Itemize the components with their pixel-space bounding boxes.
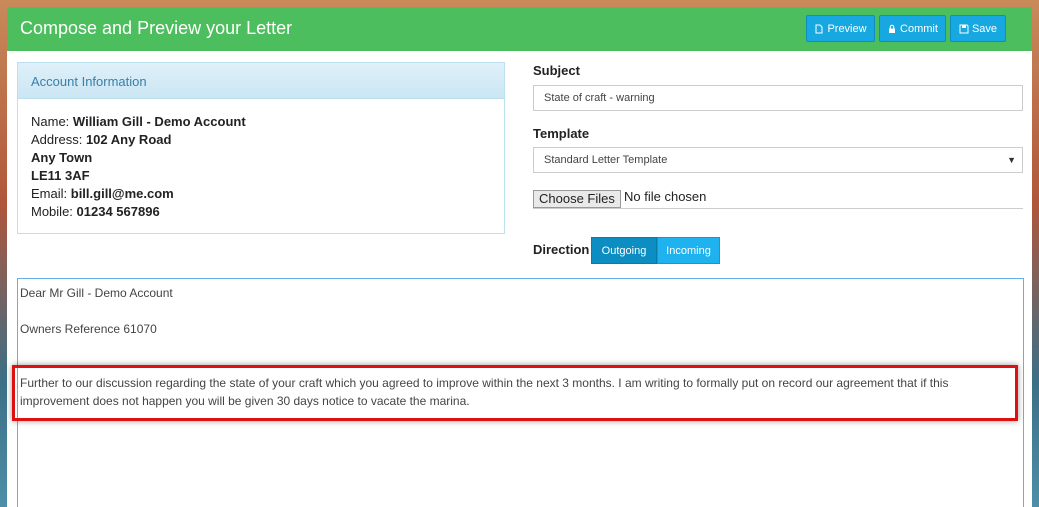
page-title: Compose and Preview your Letter — [20, 18, 293, 38]
letter-reference: Owners Reference 61070 — [20, 322, 157, 336]
address-label: Address: — [31, 132, 83, 147]
template-label: Template — [533, 126, 590, 141]
preview-button-label: Preview — [827, 22, 867, 35]
account-mobile: 01234 567896 — [76, 204, 160, 219]
header-bar: Compose and Preview your Letter Preview … — [7, 7, 1032, 51]
address-line-2: Any Town — [31, 150, 93, 165]
template-selected-value: Standard Letter Template — [544, 154, 668, 166]
highlight-box — [12, 365, 1018, 421]
commit-button-label: Commit — [900, 22, 938, 35]
compose-panel: Compose and Preview your Letter Preview … — [7, 7, 1032, 507]
direction-label: Direction — [533, 242, 590, 257]
account-name: William Gill - Demo Account — [72, 114, 246, 129]
account-email: bill.gill@me.com — [70, 186, 174, 201]
email-label: Email: — [31, 186, 68, 201]
preview-button[interactable]: Preview — [806, 15, 875, 42]
letter-greeting: Dear Mr Gill - Demo Account — [20, 286, 173, 300]
choose-files-button[interactable]: Choose Files — [533, 190, 621, 208]
commit-button[interactable]: Commit — [879, 15, 946, 42]
save-button[interactable]: Save — [950, 15, 1006, 42]
caret-down-icon: ▼ — [1007, 155, 1016, 165]
direction-outgoing-button[interactable]: Outgoing — [591, 237, 657, 264]
no-file-text: No file chosen — [624, 189, 707, 204]
lock-icon — [889, 24, 896, 33]
direction-incoming-button[interactable]: Incoming — [657, 237, 720, 264]
account-info-body: Name: William Gill - Demo Account Addres… — [18, 99, 504, 235]
address-line-1: 102 Any Road — [85, 132, 172, 147]
mobile-label: Mobile: — [31, 204, 73, 219]
template-select[interactable]: Standard Letter Template ▼ — [533, 147, 1023, 173]
account-info-box: Account Information Name: William Gill -… — [17, 62, 505, 234]
file-pdf-icon — [815, 24, 823, 33]
account-info-heading: Account Information — [18, 63, 504, 99]
subject-input[interactable]: State of craft - warning — [533, 85, 1023, 111]
divider — [533, 208, 1023, 209]
subject-label: Subject — [533, 63, 580, 78]
address-line-3: LE11 3AF — [31, 168, 90, 183]
save-button-label: Save — [971, 22, 998, 35]
name-label: Name: — [31, 114, 70, 129]
floppy-icon — [959, 24, 969, 33]
